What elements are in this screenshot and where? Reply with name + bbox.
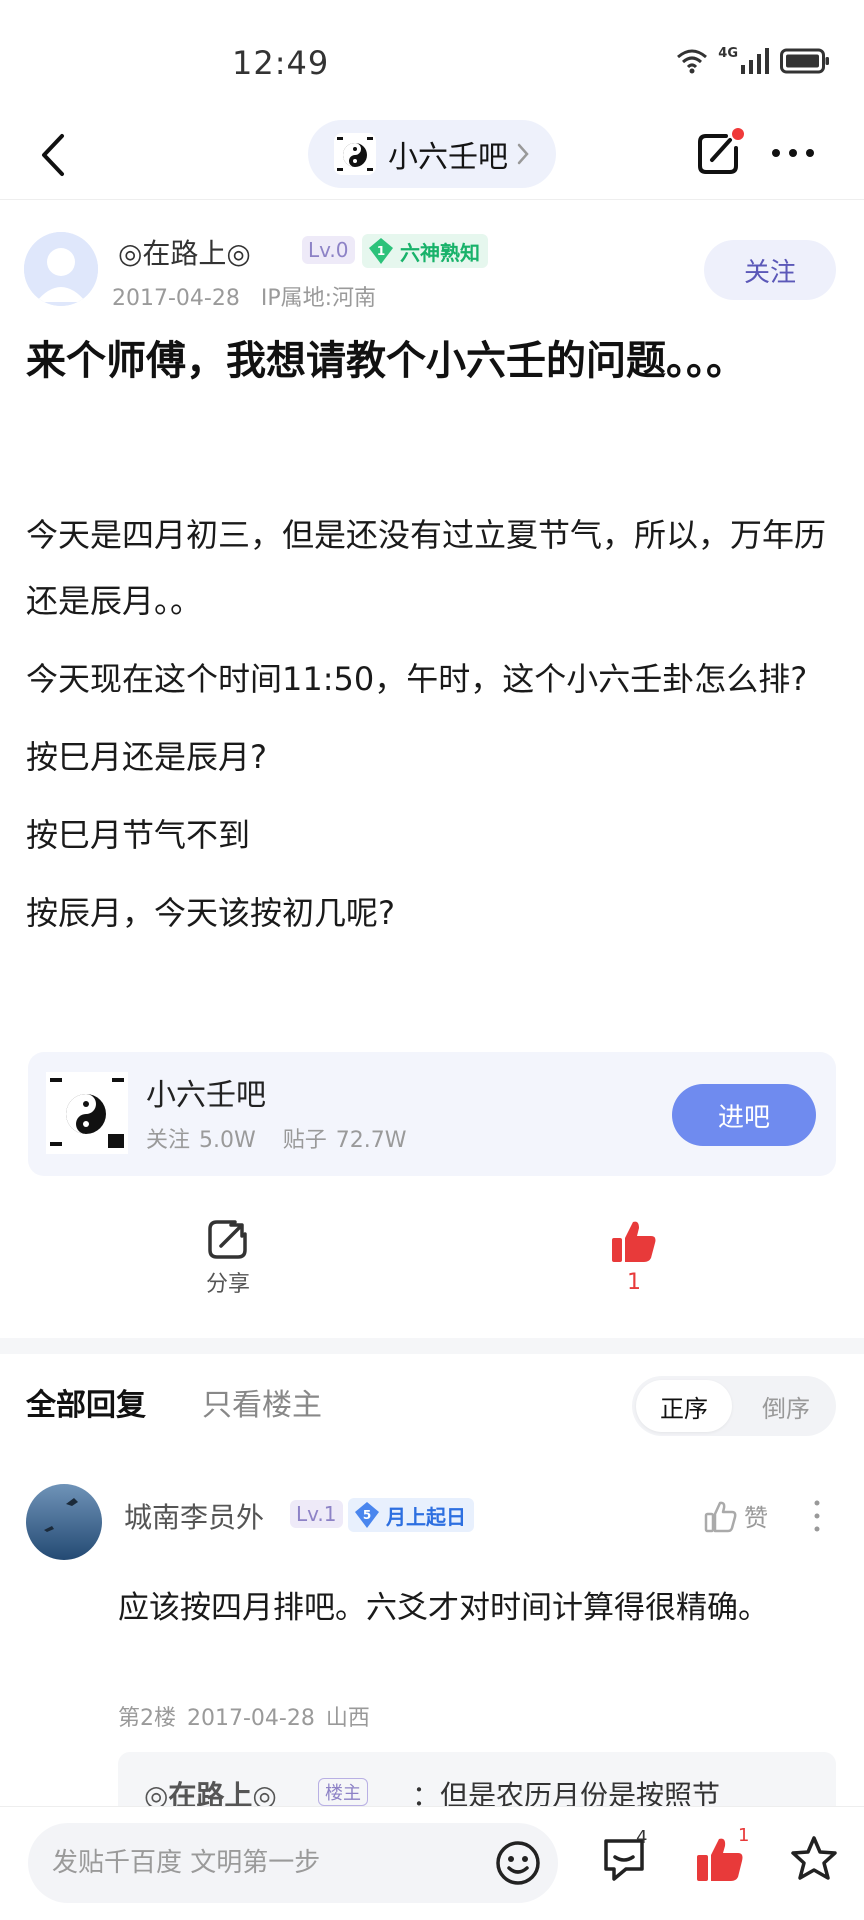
reply-avatar-image	[26, 1484, 102, 1560]
share-label: 分享	[205, 1272, 250, 1297]
thumbs-up-icon	[612, 1221, 656, 1262]
forum-pill-button[interactable]: 小六壬吧	[308, 120, 556, 188]
post-paragraph: 按巳月节气不到	[26, 816, 251, 854]
reply-title-level: 5	[363, 1508, 371, 1522]
status-icons: 4G	[676, 46, 830, 76]
level-gem-icon: 1	[369, 238, 393, 264]
post-paragraph: 按辰月，今天该按初几呢?	[26, 894, 395, 932]
reply-text: 应该按四月排吧。六爻才对时间计算得很精确。	[118, 1590, 769, 1626]
post-ip-location: IP属地:河南	[260, 286, 377, 311]
network-type: 4G	[718, 45, 738, 61]
reply-floor: 第2楼	[118, 1706, 176, 1731]
order-toggle: 正序 倒序	[632, 1376, 836, 1436]
post-paragraph: 按巳月还是辰月?	[26, 738, 267, 776]
author-avatar[interactable]	[24, 232, 98, 306]
emoji-icon[interactable]	[494, 1839, 542, 1887]
level-gem-icon: 5	[355, 1502, 379, 1528]
forum-pill-name: 小六壬吧	[388, 140, 508, 175]
forum-card-name: 小六壬吧	[146, 1078, 266, 1113]
forum-card[interactable]: 小六壬吧 关注 5.0W 贴子 72.7W 进吧	[28, 1052, 836, 1176]
author-title-level: 1	[377, 244, 385, 258]
chevron-right-icon	[517, 143, 529, 165]
bottom-like-count: 1	[738, 1825, 750, 1846]
post-actions: 分享 1	[0, 1216, 864, 1316]
battery-icon	[780, 48, 829, 74]
reply-level-badge: Lv.1	[290, 1500, 343, 1528]
comment-count: 4	[636, 1827, 648, 1848]
author-level-badge: Lv.0	[302, 236, 355, 264]
forum-followers: 关注 5.0W	[146, 1128, 256, 1153]
post-body: 今天是四月初三，但是还没有过立夏节气，所以，万年历还是辰月。。 今天现在这个时间…	[26, 502, 846, 958]
star-favorite-icon[interactable]	[788, 1833, 840, 1885]
order-desc-button[interactable]: 倒序	[740, 1380, 832, 1432]
top-nav-bar: 小六壬吧	[0, 110, 864, 200]
reply-like-button[interactable]: 赞	[704, 1498, 768, 1533]
status-time: 12:49	[232, 44, 330, 82]
wifi-icon	[677, 49, 708, 74]
back-arrow-icon[interactable]	[34, 130, 74, 180]
reply-date: 2017-04-28	[187, 1706, 315, 1731]
status-bar: 12:49 4G	[0, 0, 864, 100]
tab-all-replies[interactable]: 全部回复	[26, 1380, 146, 1424]
post-paragraph: 今天是四月初三，但是还没有过立夏节气，所以，万年历还是辰月。。	[26, 516, 827, 620]
thumbs-up-outline-icon	[704, 1501, 737, 1532]
post-title: 来个师傅，我想请教个小六壬的问题。。。	[26, 338, 746, 384]
sub-reply-owner-tag: 楼主	[318, 1778, 368, 1806]
author-name[interactable]: ◎在路上◎	[118, 232, 251, 272]
author-title-badge: 1 六神熟知	[362, 234, 488, 268]
reply-title-badge: 5 月上起日	[348, 1498, 474, 1532]
order-asc-button[interactable]: 正序	[636, 1380, 732, 1432]
signal-icon	[741, 48, 769, 74]
post-date: 2017-04-28	[112, 286, 240, 311]
forum-posts: 贴子 72.7W	[282, 1128, 407, 1153]
tab-owner-only[interactable]: 只看楼主	[202, 1380, 322, 1424]
reply-author-name[interactable]: 城南李员外	[124, 1496, 264, 1536]
compose-box	[28, 1823, 558, 1903]
reply-input[interactable]	[52, 1823, 492, 1903]
forum-logo-icon	[334, 133, 376, 175]
reply-item: 城南李员外 Lv.1 5 月上起日 赞 应该按四月排吧。六爻才对时间计算得很精确…	[0, 1474, 864, 1832]
follow-button[interactable]: 关注	[704, 240, 836, 300]
reply-avatar[interactable]	[26, 1484, 102, 1560]
enter-forum-button[interactable]: 进吧	[672, 1084, 816, 1146]
post-meta: 2017-04-28 IP属地:河南	[112, 280, 376, 312]
reply-title-text: 月上起日	[386, 1504, 466, 1529]
reply-like-label: 赞	[744, 1504, 768, 1532]
forum-avatar-icon	[46, 1072, 128, 1154]
reply-meta: 第2楼 2017-04-28 山西	[118, 1700, 370, 1732]
post-author-row: ◎在路上◎ Lv.0 1 六神熟知 2017-04-28 IP属地:河南 关注	[24, 228, 840, 312]
like-button[interactable]: 1	[574, 1216, 694, 1295]
like-count: 1	[627, 1270, 641, 1295]
compose-edit-icon[interactable]	[692, 126, 746, 180]
bottom-bar: 4 1	[0, 1806, 864, 1920]
section-divider	[0, 1338, 864, 1354]
forum-card-stats: 关注 5.0W 贴子 72.7W	[146, 1122, 406, 1154]
reply-more-icon[interactable]	[812, 1498, 822, 1534]
share-icon	[208, 1220, 247, 1259]
author-title-text: 六神熟知	[400, 240, 480, 265]
default-avatar-icon	[24, 232, 98, 306]
more-options-icon[interactable]	[770, 146, 816, 160]
reply-tabs: 全部回复 只看楼主 正序 倒序	[0, 1362, 864, 1442]
share-button[interactable]: 分享	[168, 1216, 288, 1298]
reply-location: 山西	[325, 1706, 370, 1731]
post-paragraph: 今天现在这个时间11:50，午时，这个小六壬卦怎么排?	[26, 660, 808, 698]
